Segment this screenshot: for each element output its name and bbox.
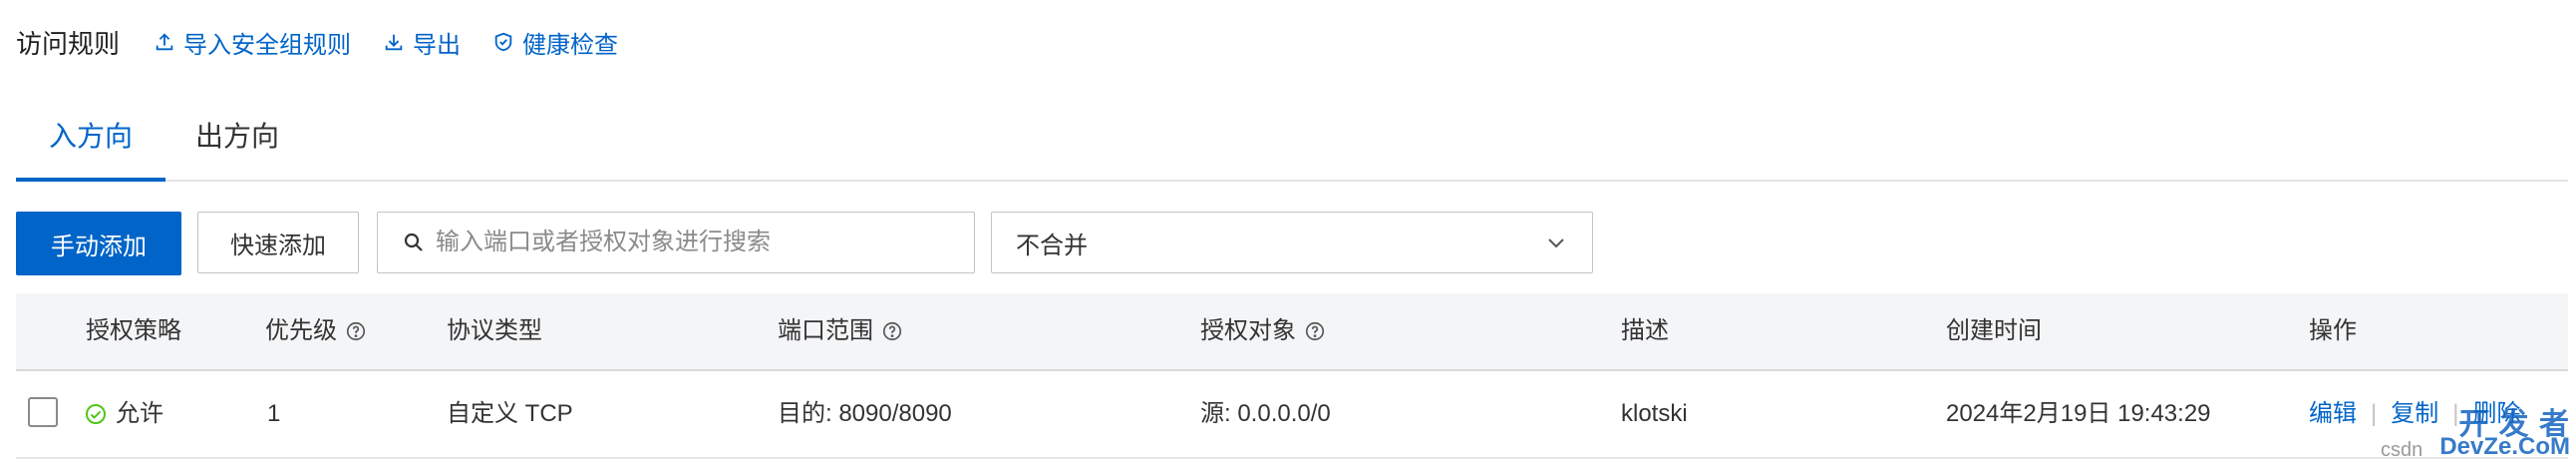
tab-inbound[interactable]: 入方向 xyxy=(16,112,165,182)
merge-select[interactable]: 不合并 xyxy=(991,212,1593,273)
export-link[interactable]: 导出 xyxy=(383,25,461,60)
policy-value: 允许 xyxy=(116,400,163,427)
column-description: 描述 xyxy=(1621,293,1669,369)
rules-table: 授权策略 优先级 协议类型 端口范围 授权对象 描述 创建时间 操作 允许 1 … xyxy=(16,293,2568,459)
import-label: 导入安全组规则 xyxy=(183,31,352,59)
page-title: 访问规则 xyxy=(16,28,121,59)
column-description-label: 描述 xyxy=(1621,317,1669,344)
tab-outbound[interactable]: 出方向 xyxy=(195,112,279,180)
priority-cell: 1 xyxy=(267,400,281,427)
chevron-down-icon xyxy=(1548,238,1564,248)
health-check-label: 健康检查 xyxy=(522,31,619,59)
search-icon xyxy=(404,233,423,251)
export-label: 导出 xyxy=(413,31,462,59)
check-circle-icon xyxy=(86,404,106,424)
action-separator: | xyxy=(2371,400,2378,427)
help-icon[interactable] xyxy=(345,320,367,342)
created-cell: 2024年2月19日 19:43:29 xyxy=(1946,400,2211,427)
help-icon[interactable] xyxy=(1304,320,1326,342)
column-auth-object: 授权对象 xyxy=(1200,293,1326,369)
toolbar: 手动添加 快速添加 不合并 xyxy=(16,212,2568,277)
column-policy-label: 授权策略 xyxy=(86,317,181,344)
manual-add-button[interactable]: 手动添加 xyxy=(16,212,181,275)
search-input[interactable] xyxy=(434,228,936,257)
quick-add-button[interactable]: 快速添加 xyxy=(197,212,359,273)
auth-object-cell: 源: 0.0.0.0/0 xyxy=(1200,400,1331,427)
protocol-cell: 自定义 TCP xyxy=(447,400,573,427)
watermark-sub: DevZe.CoM xyxy=(2439,433,2570,460)
column-priority-label: 优先级 xyxy=(265,317,337,344)
upload-icon xyxy=(156,33,173,51)
column-actions: 操作 xyxy=(2309,293,2357,369)
column-policy: 授权策略 xyxy=(86,293,181,369)
download-icon xyxy=(385,34,403,51)
description-cell: klotski xyxy=(1621,400,1688,427)
column-protocol: 协议类型 xyxy=(447,293,542,369)
port-range-cell: 目的: 8090/8090 xyxy=(778,400,952,427)
policy-cell: 允许 xyxy=(84,371,163,457)
column-protocol-label: 协议类型 xyxy=(447,317,542,344)
search-box[interactable] xyxy=(377,212,975,273)
shield-check-icon xyxy=(494,32,512,52)
watermark: csdn 开 发 者 DevZe.CoM xyxy=(2381,399,2570,469)
table-row: 允许 1 自定义 TCP 目的: 8090/8090 源: 0.0.0.0/0 … xyxy=(16,371,2568,459)
row-checkbox[interactable] xyxy=(28,397,58,427)
edit-link[interactable]: 编辑 xyxy=(2309,371,2357,457)
column-created-label: 创建时间 xyxy=(1946,317,2042,344)
column-port-range-label: 端口范围 xyxy=(778,317,873,344)
watermark-csdn: csdn xyxy=(2381,439,2423,461)
top-bar: 访问规则 导入安全组规则 导出 健康检查 xyxy=(16,22,650,62)
help-icon[interactable] xyxy=(881,320,903,342)
column-auth-object-label: 授权对象 xyxy=(1200,317,1296,344)
import-security-group-rules-link[interactable]: 导入安全组规则 xyxy=(154,25,351,60)
column-priority: 优先级 xyxy=(265,293,367,369)
column-created: 创建时间 xyxy=(1946,293,2042,369)
column-port-range: 端口范围 xyxy=(778,293,903,369)
direction-tabs: 入方向 出方向 xyxy=(16,112,2568,182)
column-actions-label: 操作 xyxy=(2309,317,2357,344)
health-check-link[interactable]: 健康检查 xyxy=(492,25,618,60)
table-header: 授权策略 优先级 协议类型 端口范围 授权对象 描述 创建时间 操作 xyxy=(16,293,2568,371)
merge-select-value: 不合并 xyxy=(1016,232,1088,259)
